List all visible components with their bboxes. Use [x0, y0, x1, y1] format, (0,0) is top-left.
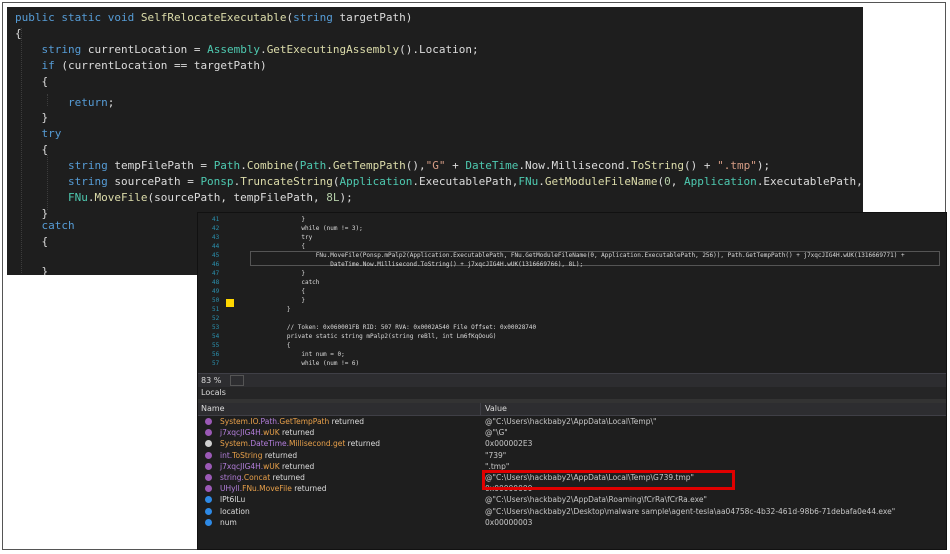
locals-row[interactable]: int.ToString returned "739" [198, 450, 946, 461]
locals-row[interactable]: System.DateTime.Millisecond.get returned… [198, 438, 946, 449]
line-number: 56 [212, 351, 220, 358]
code-line: { [258, 243, 305, 250]
zoom-dropdown-icon[interactable] [229, 375, 244, 386]
locals-row[interactable]: num 0x00000003 [198, 517, 946, 528]
code-line: catch [258, 279, 320, 286]
locals-header: Name Value [198, 403, 946, 416]
local-value: @"C:\Users\hackbaby2\AppData\Local\Temp\… [485, 417, 657, 426]
debugger-window: 41 42 43 44 45 46 47 48 49 50 51 52 53 54 55 56 57 } whi… [197, 212, 947, 550]
locals-row[interactable]: location @"C:\Users\hackbaby2\Desktop\mal… [198, 506, 946, 517]
code-line: int num = 0; [258, 351, 345, 358]
local-name: UHyll.FNu.MoveFile returned [220, 484, 327, 494]
column-header-name[interactable]: Name [201, 403, 225, 415]
line-number: 53 [212, 324, 220, 331]
code-line: // Token: 0x060001FB RID: 507 RVA: 0x000… [258, 324, 537, 331]
column-header-value[interactable]: Value [485, 403, 507, 415]
local-name: string.Concat returned [220, 472, 305, 482]
code-line: } [258, 216, 305, 223]
line-number: 41 [212, 216, 220, 223]
line-number: 45 [212, 252, 220, 259]
code-line: private static string mPalp2(string reBl… [258, 333, 497, 340]
locals-panel-title: Locals [198, 387, 946, 399]
blue-dot-icon [205, 507, 212, 515]
code-line: { [15, 75, 49, 88]
local-name: j7xqcJIG4H.wUK returned [220, 428, 315, 438]
local-name: lPt6lLu [220, 495, 246, 505]
local-name: int.ToString returned [220, 450, 298, 460]
blue-dot-icon [205, 496, 212, 504]
code-line: } [258, 297, 305, 304]
code-line: { [15, 143, 49, 156]
line-number-gutter: 41 42 43 44 45 46 47 48 49 50 51 52 53 54 55 56 57 [198, 213, 226, 375]
local-name: System.IO.Path.GetTempPath returned [220, 417, 364, 426]
code-line: DateTime.Now.Millisecond.ToString() + j7… [258, 261, 584, 268]
purple-dot-icon [205, 485, 212, 493]
line-number: 50 [212, 297, 220, 304]
code-line: string sourcePath = Ponsp.TruncateString… [67, 175, 863, 188]
code-line: string currentLocation = Assembly.GetExe… [41, 43, 479, 56]
line-number: 44 [212, 243, 220, 250]
code-line: } [15, 265, 49, 275]
locals-row[interactable]: lPt6lLu @"C:\Users\hackbaby2\AppData\Roam… [198, 494, 946, 505]
zoom-level[interactable]: 83 % [201, 376, 221, 385]
zoom-bar: 83 % [198, 373, 946, 388]
code-line: FNu.MoveFile(Ponsp.mPalp2(Application.Ex… [258, 252, 905, 259]
code-line: try [258, 234, 313, 241]
current-line-marker-icon [226, 299, 234, 307]
local-name: System.DateTime.Millisecond.get returned [220, 439, 380, 449]
line-number: 57 [212, 360, 220, 367]
highlight-box [482, 470, 735, 490]
local-value: @"C:\Users\hackbaby2\AppData\Roaming\fCr… [485, 495, 707, 505]
code-line: string tempFilePath = Path.Combine(Path.… [67, 159, 771, 172]
local-value: @"\G" [485, 428, 508, 438]
code-line: while (num != 6) [258, 360, 360, 367]
blue-dot-icon [205, 518, 212, 526]
line-number: 42 [212, 225, 220, 232]
code-line: { [15, 27, 22, 40]
purple-dot-icon [205, 451, 212, 459]
line-number: 55 [212, 342, 220, 349]
locals-row[interactable]: j7xqcJIG4H.wUK returned @"\G" [198, 427, 946, 438]
wrench-icon [205, 440, 212, 448]
local-name: j7xqcJIG4H.wUK returned [220, 461, 315, 471]
code-line: public static void SelfRelocateExecutabl… [15, 11, 413, 24]
line-number: 54 [212, 333, 220, 340]
line-number: 51 [212, 306, 220, 313]
local-name: location [220, 506, 250, 516]
purple-dot-icon [205, 473, 212, 481]
code-line: } [258, 270, 305, 277]
code-line: FNu.MoveFile(sourcePath, tempFilePath, 8… [67, 191, 353, 204]
local-value: @"C:\Users\hackbaby2\Desktop\malware sam… [485, 506, 896, 516]
purple-dot-icon [205, 429, 212, 437]
code-line: if (currentLocation == targetPath) [41, 59, 267, 72]
code-line: return; [67, 96, 115, 109]
local-value: 0x000002E3 [485, 439, 533, 449]
local-name: num [220, 517, 237, 527]
code-line: try [41, 127, 62, 140]
line-number: 52 [212, 315, 220, 322]
line-number: 49 [212, 288, 220, 295]
locals-row[interactable]: System.IO.Path.GetTempPath returned @"C:\… [198, 416, 946, 427]
line-number: 47 [212, 270, 220, 277]
code-line: catch [41, 219, 75, 232]
code-line: { [15, 235, 49, 248]
code-line: while (num != 3); [258, 225, 363, 232]
code-line: } [258, 306, 291, 313]
purple-dot-icon [205, 462, 212, 470]
line-number: 48 [212, 279, 220, 286]
local-value: 0x00000003 [485, 517, 533, 527]
line-number: 43 [212, 234, 220, 241]
local-value: "739" [485, 450, 507, 460]
code-line: { [258, 288, 305, 295]
code-line: } [15, 111, 49, 124]
purple-dot-icon [205, 418, 212, 425]
line-number: 46 [212, 261, 220, 268]
code-line: { [258, 342, 291, 349]
locals-table: Name Value System.IO.Path.GetTempPath re… [198, 403, 946, 528]
